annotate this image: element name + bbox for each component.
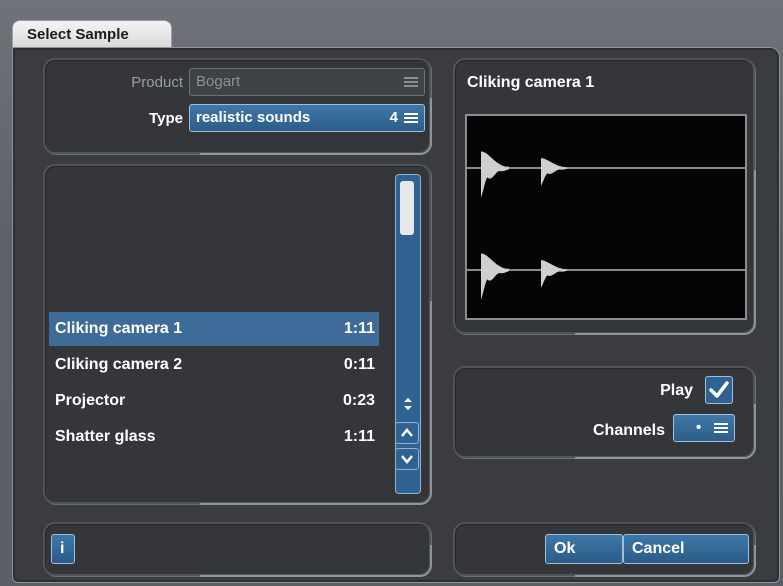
list-item[interactable]: Projector 0:23 (49, 384, 379, 418)
type-count: 4 (389, 109, 398, 126)
sample-name: Projector (55, 392, 126, 409)
type-value: realistic sounds (196, 109, 311, 126)
channels-value: • (696, 419, 702, 436)
sample-list-panel: Cliking camera 1 1:11 Cliking camera 2 0:11… (43, 164, 432, 505)
menu-icon (714, 423, 728, 435)
waveform-display (465, 114, 747, 320)
cancel-button[interactable]: Cancel (623, 534, 749, 564)
chevron-up-icon (401, 428, 413, 437)
play-label: Play (660, 382, 693, 399)
cancel-label: Cancel (632, 540, 685, 557)
preview-title: Cliking camera 1 (467, 74, 595, 91)
type-select[interactable]: realistic sounds 4 (189, 104, 425, 132)
channels-select[interactable]: • (673, 414, 735, 442)
select-sample-dialog: Product Bogart Type realistic sounds 4 C… (12, 47, 780, 583)
menu-icon (404, 113, 418, 125)
scroll-position-icon (403, 397, 413, 416)
list-item[interactable]: Shatter glass 1:11 (49, 420, 379, 454)
list-scrollbar[interactable] (395, 174, 421, 494)
sample-name: Cliking camera 1 (55, 320, 183, 337)
info-button[interactable]: i (51, 534, 75, 564)
info-icon: i (60, 540, 65, 557)
window-title: Select Sample (27, 26, 129, 43)
checkmark-icon (709, 381, 729, 398)
sample-duration: 0:11 (343, 356, 375, 373)
window-title-tab: Select Sample (12, 20, 172, 48)
waveform-graphic (467, 151, 745, 300)
list-item[interactable]: Cliking camera 1 1:11 (49, 312, 379, 346)
play-checkbox[interactable] (705, 376, 733, 404)
sample-duration: 1:11 (343, 428, 375, 445)
menu-icon (404, 77, 418, 89)
action-panel: Ok Cancel (453, 522, 756, 577)
sample-name: Shatter glass (55, 428, 156, 445)
product-select: Bogart (189, 68, 425, 96)
type-label: Type (149, 110, 183, 127)
product-value: Bogart (196, 73, 241, 90)
scrollbar-thumb[interactable] (400, 181, 414, 235)
info-panel: i (43, 522, 432, 577)
sample-name: Cliking camera 2 (55, 356, 183, 373)
channels-label: Channels (592, 422, 665, 439)
preview-panel: Cliking camera 1 (453, 58, 756, 335)
sample-duration: 1:11 (343, 320, 375, 337)
list-item[interactable]: Cliking camera 2 0:11 (49, 348, 379, 382)
scroll-up-button[interactable] (395, 422, 419, 444)
filter-panel: Product Bogart Type realistic sounds 4 (43, 58, 432, 155)
options-panel: Play Channels • (453, 366, 756, 459)
product-label: Product (131, 74, 183, 91)
chevron-down-icon (401, 455, 413, 464)
ok-button[interactable]: Ok (545, 534, 623, 564)
ok-label: Ok (554, 540, 576, 557)
scroll-down-button[interactable] (395, 448, 419, 470)
sample-duration: 0:23 (342, 392, 375, 409)
